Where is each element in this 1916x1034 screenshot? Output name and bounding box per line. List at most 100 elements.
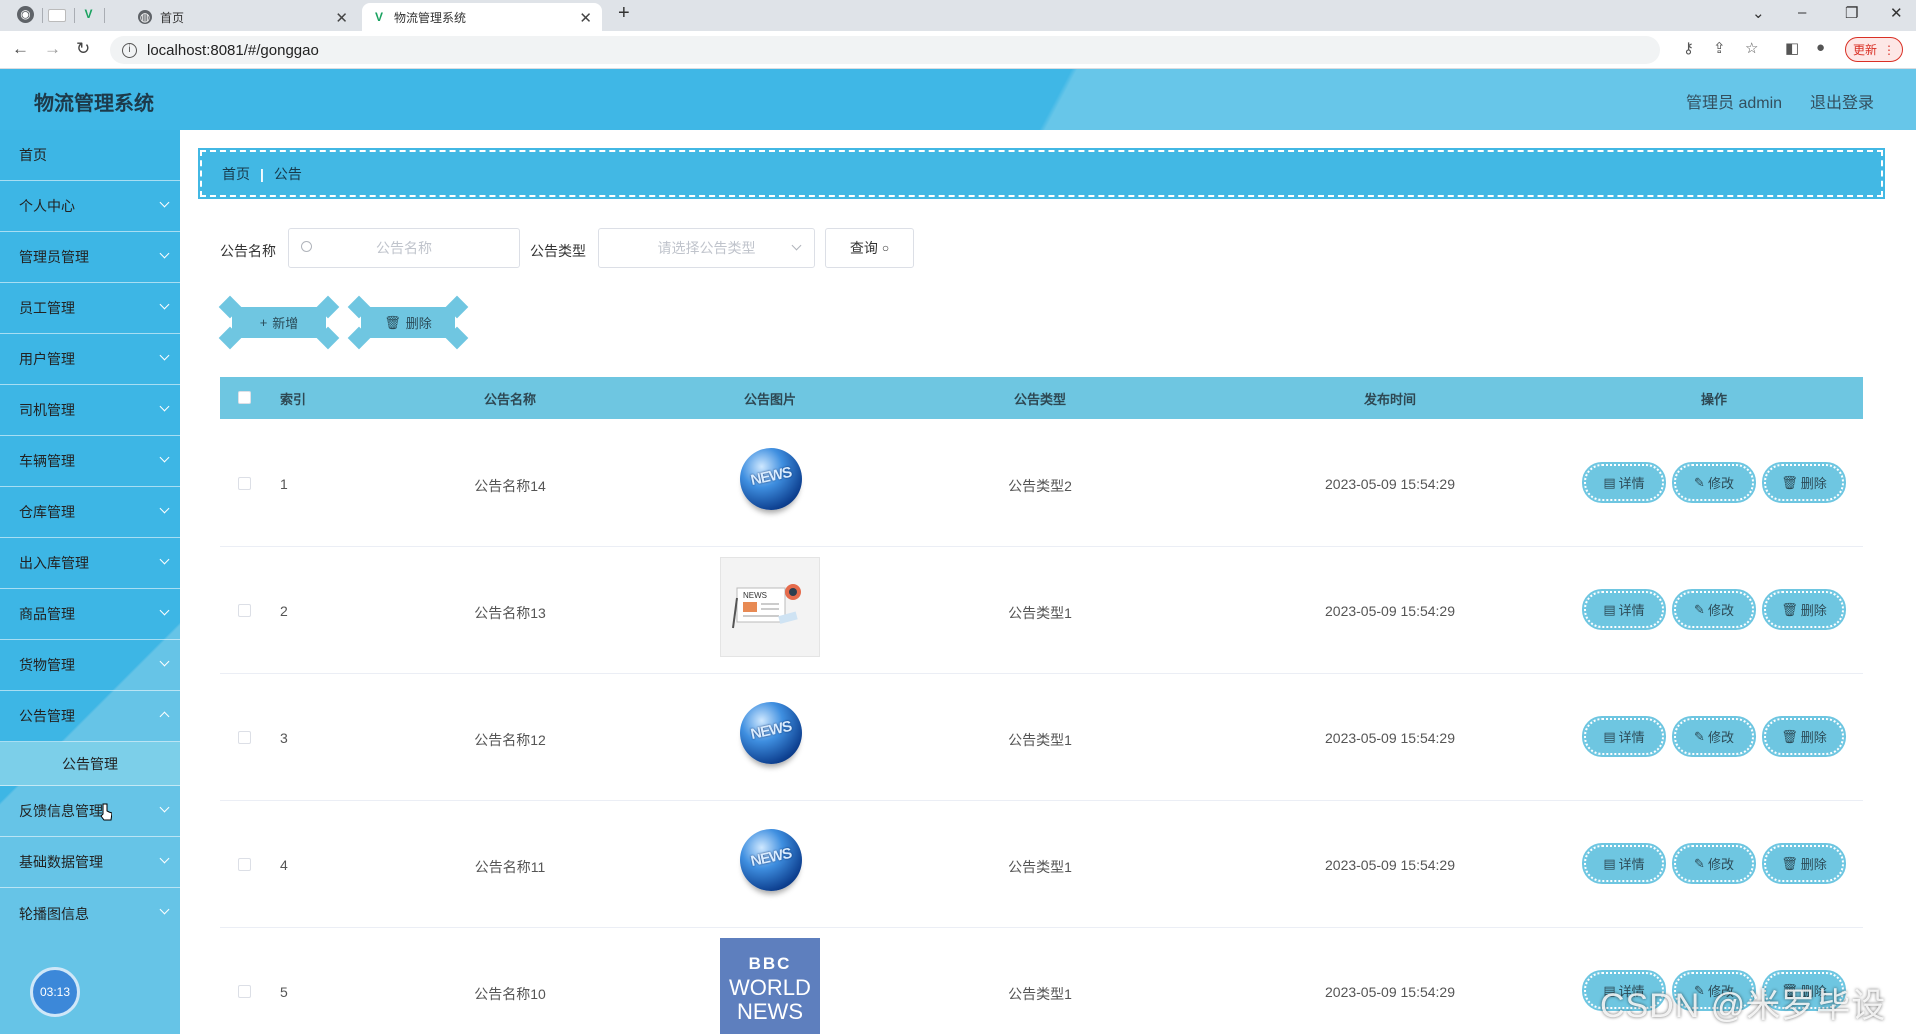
logout-link[interactable]: 退出登录 — [1810, 89, 1874, 113]
bbc-world-news-image: BBC WORLD NEWS — [720, 938, 820, 1034]
sidebar-item-warehouse[interactable]: 仓库管理 — [0, 487, 180, 538]
url-field[interactable]: i localhost:8081/#/gonggao — [110, 36, 1660, 64]
trash-icon: 🗑 — [1781, 474, 1798, 490]
sidebar-item-staff[interactable]: 员工管理 — [0, 283, 180, 334]
breadcrumb: 首页 | 公告 — [198, 148, 1885, 199]
close-window-icon[interactable]: ✕ — [1890, 4, 1903, 22]
sidebar-item-label: 出入库管理 — [19, 555, 89, 571]
notice-type-placeholder: 请选择公告类型 — [657, 240, 756, 256]
share-icon[interactable]: ⇪ — [1713, 39, 1726, 57]
tab-search-chevron-icon[interactable]: ⌄ — [1752, 4, 1765, 22]
notice-type-label: 公告类型 — [530, 243, 586, 259]
more-menu-icon: ⋮ — [1883, 42, 1895, 57]
globe-text: NEWS — [749, 463, 793, 490]
browser-account-icon[interactable]: ◉ — [17, 6, 34, 23]
edit-button[interactable]: ✎ 修改 — [1672, 589, 1756, 630]
news-globe-image: NEWS — [740, 448, 802, 510]
vue-tab-icon[interactable]: V — [80, 6, 97, 23]
forward-icon[interactable]: → — [44, 39, 61, 59]
trash-icon: 🗑 — [1781, 601, 1798, 617]
detail-button[interactable]: ▤ 详情 — [1582, 589, 1666, 630]
mouse-pointer-icon — [100, 803, 112, 821]
sidebar-item-drivers[interactable]: 司机管理 — [0, 385, 180, 436]
bookmark-star-icon[interactable]: ☆ — [1745, 39, 1758, 57]
select-all-checkbox[interactable] — [238, 391, 251, 404]
tab-home[interactable]: ◍ 首页 ✕ — [128, 3, 358, 31]
sidebar-item-admin[interactable]: 管理员管理 — [0, 232, 180, 283]
sidebar-item-label: 轮播图信息 — [19, 905, 89, 922]
sidebar-item-notice[interactable]: 公告管理 — [0, 691, 180, 742]
trash-icon: 🗑 — [384, 314, 401, 330]
sidebar-item-goods[interactable]: 货物管理 — [0, 640, 180, 691]
sidebar-item-products[interactable]: 商品管理 — [0, 589, 180, 640]
site-info-icon[interactable]: i — [122, 42, 137, 58]
plus-icon: + — [259, 315, 268, 330]
reload-icon[interactable]: ↻ — [76, 39, 90, 59]
edit-button[interactable]: ✎ 修改 — [1672, 462, 1756, 503]
search-icon: ○ — [881, 241, 890, 255]
minimize-icon[interactable]: – — [1798, 4, 1806, 21]
delete-button[interactable]: 🗑 删除 — [1762, 589, 1846, 630]
clock-badge: 03:13 — [30, 967, 80, 1017]
sidebar-item-home[interactable]: 首页 — [0, 130, 180, 181]
sidebar-item-inout[interactable]: 出入库管理 — [0, 538, 180, 589]
sidebar-item-feedback[interactable]: 反馈信息管理 — [0, 786, 180, 837]
close-tab-icon[interactable]: ✕ — [579, 9, 592, 27]
table-row: 3 公告名称12 NEWS 公告类型1 2023-05-09 15:54:29 … — [220, 674, 1863, 801]
restore-icon[interactable]: ❐ — [1845, 4, 1858, 22]
chevron-down-icon — [159, 197, 170, 208]
chevron-down-icon — [159, 452, 170, 463]
row-name: 公告名称12 — [474, 732, 546, 748]
column-header-ops: 操作 — [1700, 391, 1727, 407]
detail-button[interactable]: ▤ 详情 — [1582, 462, 1666, 503]
sidebar-item-users[interactable]: 用户管理 — [0, 334, 180, 385]
sidebar-item-vehicles[interactable]: 车辆管理 — [0, 436, 180, 487]
update-button[interactable]: 更新 ⋮ — [1845, 37, 1903, 62]
column-header-index: 索引 — [280, 391, 307, 407]
row-checkbox[interactable] — [238, 985, 251, 998]
sidebar-item-carousel[interactable]: 轮播图信息 — [0, 888, 180, 939]
row-name: 公告名称10 — [474, 986, 546, 1002]
profile-icon[interactable]: ● — [1816, 39, 1825, 56]
key-icon[interactable]: ⚷ — [1683, 39, 1694, 57]
row-time: 2023-05-09 15:54:29 — [1325, 603, 1455, 619]
delete-button[interactable]: 🗑 删除 — [1762, 716, 1846, 757]
detail-button[interactable]: ▤ 详情 — [1582, 716, 1666, 757]
side-panel-icon[interactable]: ◧ — [1785, 39, 1799, 57]
bbc-news-text: NEWS — [737, 999, 803, 1024]
batch-delete-button[interactable]: 🗑 删除 — [347, 295, 469, 350]
query-button[interactable]: 查询 ○ — [825, 228, 914, 268]
chevron-down-icon — [159, 853, 170, 864]
sidebar-item-base-data[interactable]: 基础数据管理 — [0, 837, 180, 888]
edit-button[interactable]: ✎ 修改 — [1672, 716, 1756, 757]
edit-button[interactable]: ✎ 修改 — [1672, 843, 1756, 884]
row-checkbox[interactable] — [238, 604, 251, 617]
tab-logistics[interactable]: V 物流管理系统 ✕ — [362, 3, 602, 31]
delete-button[interactable]: 🗑 删除 — [1762, 462, 1846, 503]
new-tab-icon[interactable]: + — [618, 2, 630, 25]
sidebar-item-personal-center[interactable]: 个人中心 — [0, 181, 180, 232]
row-checkbox[interactable] — [238, 477, 251, 490]
breadcrumb-home[interactable]: 首页 — [222, 164, 250, 184]
row-checkbox[interactable] — [238, 731, 251, 744]
close-tab-icon[interactable]: ✕ — [335, 9, 348, 27]
notice-name-input[interactable]: 公告名称 — [288, 228, 520, 268]
back-icon[interactable]: ← — [12, 39, 29, 59]
notice-type-select[interactable]: 请选择公告类型 — [598, 228, 815, 268]
row-checkbox[interactable] — [238, 858, 251, 871]
edit-label: 修改 — [1707, 603, 1734, 618]
sidebar-item-label: 司机管理 — [19, 402, 75, 418]
sidebar-subitem-notice[interactable]: 公告管理 — [0, 742, 180, 786]
detail-button[interactable]: ▤ 详情 — [1582, 843, 1666, 884]
sidebar-item-label: 反馈信息管理 — [19, 803, 103, 819]
tab-home-label: 首页 — [160, 10, 185, 25]
blank-tab-icon[interactable] — [48, 9, 66, 22]
notice-name-placeholder: 公告名称 — [376, 240, 432, 256]
app-title: 物流管理系统 — [34, 93, 154, 115]
delete-button[interactable]: 🗑 删除 — [1762, 843, 1846, 884]
column-header-time: 发布时间 — [1363, 391, 1416, 407]
row-index: 5 — [280, 984, 288, 1000]
add-button[interactable]: + 新增 — [218, 295, 340, 350]
sidebar-item-label: 公告管理 — [19, 708, 75, 724]
sidebar-item-label: 基础数据管理 — [19, 854, 103, 870]
